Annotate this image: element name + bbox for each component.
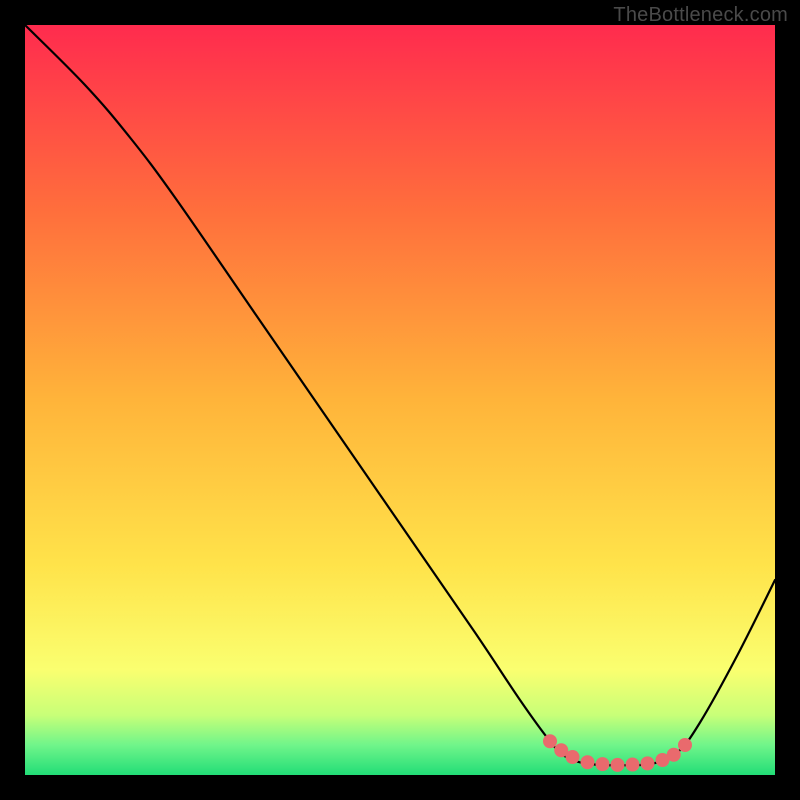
highlight-dot: [641, 756, 655, 770]
gradient-background: [25, 25, 775, 775]
highlight-dot: [581, 755, 595, 769]
plot-area: [25, 25, 775, 775]
highlight-dot: [678, 738, 692, 752]
highlight-dot: [626, 758, 640, 772]
highlight-dot: [543, 734, 557, 748]
highlight-dot: [611, 758, 625, 772]
highlight-dot: [566, 750, 580, 764]
bottleneck-chart: [25, 25, 775, 775]
highlight-dot: [596, 757, 610, 771]
chart-frame: TheBottleneck.com: [0, 0, 800, 800]
highlight-dot: [667, 748, 681, 762]
watermark-text: TheBottleneck.com: [613, 4, 788, 27]
